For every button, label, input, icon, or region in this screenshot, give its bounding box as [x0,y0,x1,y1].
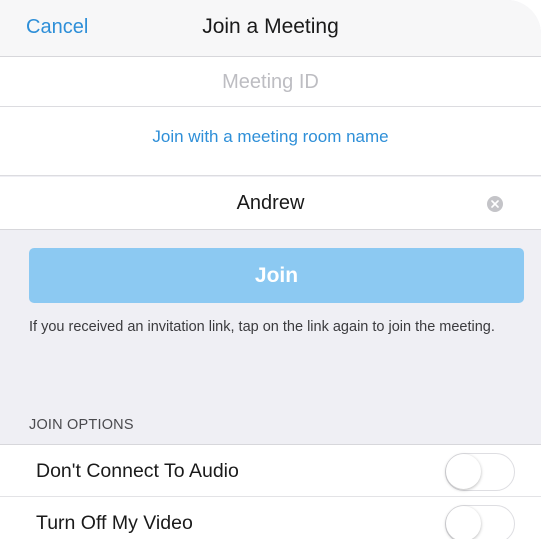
join-options-header: JOIN OPTIONS [29,417,134,433]
join-button[interactable]: Join [29,248,524,303]
dont-connect-audio-toggle[interactable] [445,453,515,491]
option-label-video: Turn Off My Video [36,512,193,534]
join-with-room-name-link[interactable]: Join with a meeting room name [0,127,541,147]
option-row-audio: Don't Connect To Audio [0,444,541,497]
toggle-knob [446,506,481,539]
room-name-row: Join with a meeting room name [0,107,541,176]
display-name-input[interactable] [60,177,481,230]
clear-circle-icon[interactable] [487,196,503,212]
option-row-video: Turn Off My Video [0,497,541,539]
turn-off-video-toggle[interactable] [445,505,515,539]
toggle-knob [446,454,481,489]
clear-x-glyph [491,200,499,208]
join-meeting-screen: Cancel Join a Meeting Join with a meetin… [0,0,541,539]
page-title: Join a Meeting [202,15,339,38]
option-label-audio: Don't Connect To Audio [36,460,239,482]
name-row [0,177,541,230]
meeting-id-row [0,57,541,107]
nav-bar: Cancel Join a Meeting [0,0,541,57]
meeting-id-input[interactable] [0,57,541,107]
invitation-hint-text: If you received an invitation link, tap … [29,319,495,335]
